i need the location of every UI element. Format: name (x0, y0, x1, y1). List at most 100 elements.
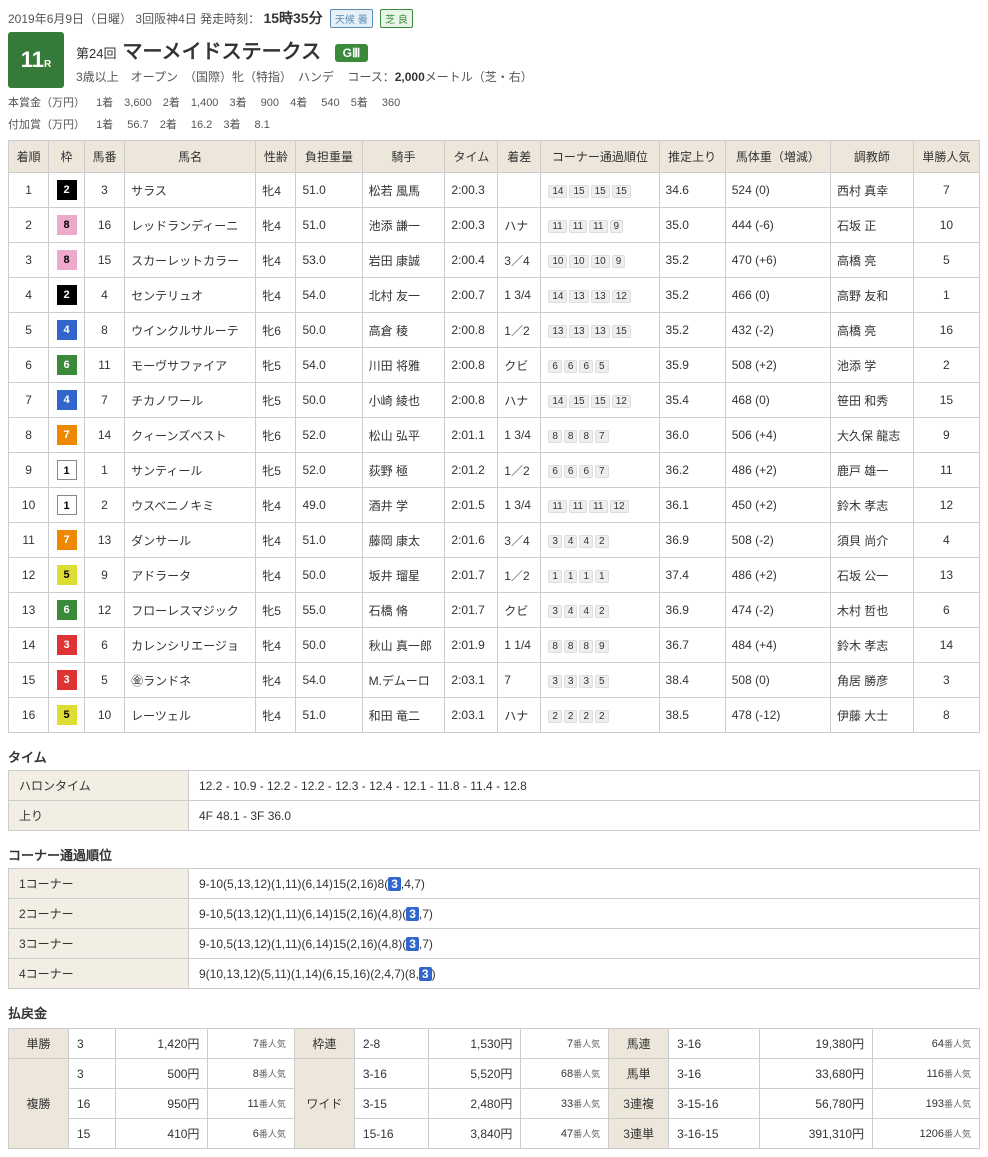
kv-value: 12.2 - 10.9 - 12.2 - 12.2 - 12.3 - 12.4 … (189, 771, 980, 801)
start-label: 発走時刻： (200, 12, 260, 26)
section-corner-title: コーナー通過順位 (8, 845, 980, 864)
waku-badge: 6 (57, 355, 77, 375)
bet-type: 馬単 (609, 1059, 669, 1089)
turf-chip: 芝 良 (380, 9, 413, 28)
table-row: 2816レッドランディーニ牝451.0池添 謙一2:00.3ハナ11111193… (9, 208, 980, 243)
kv-label: 4コーナー (9, 959, 189, 989)
kv-value: 9-10,5(13,12)(1,11)(6,14)15(2,16)(4,8)(3… (189, 899, 980, 929)
payout-table: 単勝31,420円7番人気枠連2-81,530円7番人気馬連3-1619,380… (8, 1028, 980, 1149)
col-header: 負担重量 (296, 141, 362, 173)
payout-amount: 5,520円 (429, 1059, 521, 1089)
payout-pop: 8番人気 (208, 1059, 294, 1089)
table-row: 911サンティール牝552.0荻野 極2:01.21／2666736.2486 … (9, 453, 980, 488)
corner-table: 1コーナー9-10(5,13,12)(1,11)(6,14)15(2,16)8(… (8, 868, 980, 989)
waku-badge: 1 (57, 495, 77, 515)
highlighted-horse: 3 (406, 907, 419, 921)
col-header: コーナー通過順位 (541, 141, 659, 173)
col-header: 調教師 (830, 141, 913, 173)
kv-label: 2コーナー (9, 899, 189, 929)
waku-badge: 7 (57, 425, 77, 445)
table-row: 548ウインクルサルーテ牝650.0高倉 稜2:00.81／2131313153… (9, 313, 980, 348)
payout-amount: 33,680円 (760, 1059, 873, 1089)
payout-combo: 3-16 (669, 1029, 760, 1059)
payout-combo: 3-16 (354, 1059, 428, 1089)
payout-pop: 64番人気 (873, 1029, 980, 1059)
highlighted-horse: 3 (388, 877, 401, 891)
race-name: 第24回マーメイドステークス GⅢ (76, 35, 980, 64)
bet-type: ワイド (294, 1059, 354, 1149)
payout-combo: 16 (69, 1089, 116, 1119)
col-header: 枠 (49, 141, 85, 173)
waku-badge: 7 (57, 530, 77, 550)
waku-badge: 8 (57, 250, 77, 270)
start-time: 15時35分 (263, 10, 322, 26)
table-row: 1012ウスベニノキミ牝449.0酒井 学2:01.51 3/411111112… (9, 488, 980, 523)
payout-combo: 3-15-16 (669, 1089, 760, 1119)
table-row: 8714クィーンズベスト牝652.0松山 弘平2:01.11 3/4888736… (9, 418, 980, 453)
payout-amount: 410円 (116, 1119, 208, 1149)
race-meeting: 3回阪神4日 (135, 12, 196, 26)
results-table: 着順枠馬番馬名性齢負担重量騎手タイム着差コーナー通過順位推定上り馬体重（増減）調… (8, 140, 980, 733)
highlighted-horse: 3 (419, 967, 432, 981)
waku-badge: 2 (57, 285, 77, 305)
grade-badge: GⅢ (335, 44, 369, 62)
payout-pop: 33番人気 (521, 1089, 609, 1119)
kv-label: 3コーナー (9, 929, 189, 959)
prize-add: 付加賞（万円） 1着 56.7 2着 16.2 3着 8.1 (8, 116, 980, 132)
waku-badge: 5 (57, 565, 77, 585)
col-header: 馬名 (125, 141, 256, 173)
race-meta-line: 2019年6月9日（日曜） 3回阪神4日 発走時刻： 15時35分 天候 曇 芝… (8, 8, 980, 28)
race-number-box: 11R (8, 32, 64, 88)
col-header: 着順 (9, 141, 49, 173)
payout-pop: 6番人気 (208, 1119, 294, 1149)
table-row: 6611モーヴサファイア牝554.0川田 将雅2:00.8クビ666535.95… (9, 348, 980, 383)
waku-badge: 4 (57, 320, 77, 340)
col-header: 騎手 (362, 141, 445, 173)
weather-chip: 天候 曇 (330, 9, 373, 28)
payout-pop: 11番人気 (208, 1089, 294, 1119)
table-row: 747チカノワール牝550.0小崎 綾也2:00.8ハナ1415151235.4… (9, 383, 980, 418)
col-header: 着差 (498, 141, 541, 173)
prize-main: 本賞金（万円） 1着 3,600 2着 1,400 3着 900 4着 540 … (8, 94, 980, 110)
payout-amount: 950円 (116, 1089, 208, 1119)
payout-combo: 2-8 (354, 1029, 428, 1059)
waku-badge: 4 (57, 390, 77, 410)
table-row: 3815スカーレットカラー牝453.0岩田 康誠2:00.43／41010109… (9, 243, 980, 278)
waku-badge: 3 (57, 635, 77, 655)
payout-amount: 2,480円 (429, 1089, 521, 1119)
col-header: タイム (445, 141, 498, 173)
payout-combo: 3 (69, 1059, 116, 1089)
bet-type: 馬連 (609, 1029, 669, 1059)
payout-amount: 56,780円 (760, 1089, 873, 1119)
payout-amount: 19,380円 (760, 1029, 873, 1059)
bet-type: 3連複 (609, 1089, 669, 1119)
payout-pop: 193番人気 (873, 1089, 980, 1119)
table-row: 1259アドラータ牝450.0坂井 瑠星2:01.71／2111137.4486… (9, 558, 980, 593)
race-date: 2019年6月9日（日曜） (8, 12, 132, 26)
payout-pop: 47番人気 (521, 1119, 609, 1149)
bet-type: 3連単 (609, 1119, 669, 1149)
kv-label: 1コーナー (9, 869, 189, 899)
bet-type: 枠連 (294, 1029, 354, 1059)
highlighted-horse: 3 (406, 937, 419, 951)
table-row: 16510レーツェル牝451.0和田 竜二2:03.1ハナ222238.5478… (9, 698, 980, 733)
table-row: 1436カレンシリエージョ牝450.0秋山 真一郎2:01.91 1/48889… (9, 628, 980, 663)
table-row: 11713ダンサール牝451.0藤岡 康太2:01.63／4344236.950… (9, 523, 980, 558)
waku-badge: 3 (57, 670, 77, 690)
payout-amount: 500円 (116, 1059, 208, 1089)
waku-badge: 8 (57, 215, 77, 235)
kv-value: 4F 48.1 - 3F 36.0 (189, 801, 980, 831)
bet-type: 単勝 (9, 1029, 69, 1059)
col-header: 推定上り (659, 141, 725, 173)
col-header: 単勝人気 (913, 141, 979, 173)
race-title-row: 11R 第24回マーメイドステークス GⅢ 3歳以上 オープン （国際）牝（特指… (8, 32, 980, 88)
section-time-title: タイム (8, 747, 980, 766)
payout-amount: 1,420円 (116, 1029, 208, 1059)
payout-pop: 7番人気 (208, 1029, 294, 1059)
payout-pop: 116番人気 (873, 1059, 980, 1089)
kv-value: 9(10,13,12)(5,11)(1,14)(6,15,16)(2,4,7)(… (189, 959, 980, 989)
payout-amount: 391,310円 (760, 1119, 873, 1149)
payout-combo: 15-16 (354, 1119, 428, 1149)
waku-badge: 6 (57, 600, 77, 620)
section-payout-title: 払戻金 (8, 1003, 980, 1022)
